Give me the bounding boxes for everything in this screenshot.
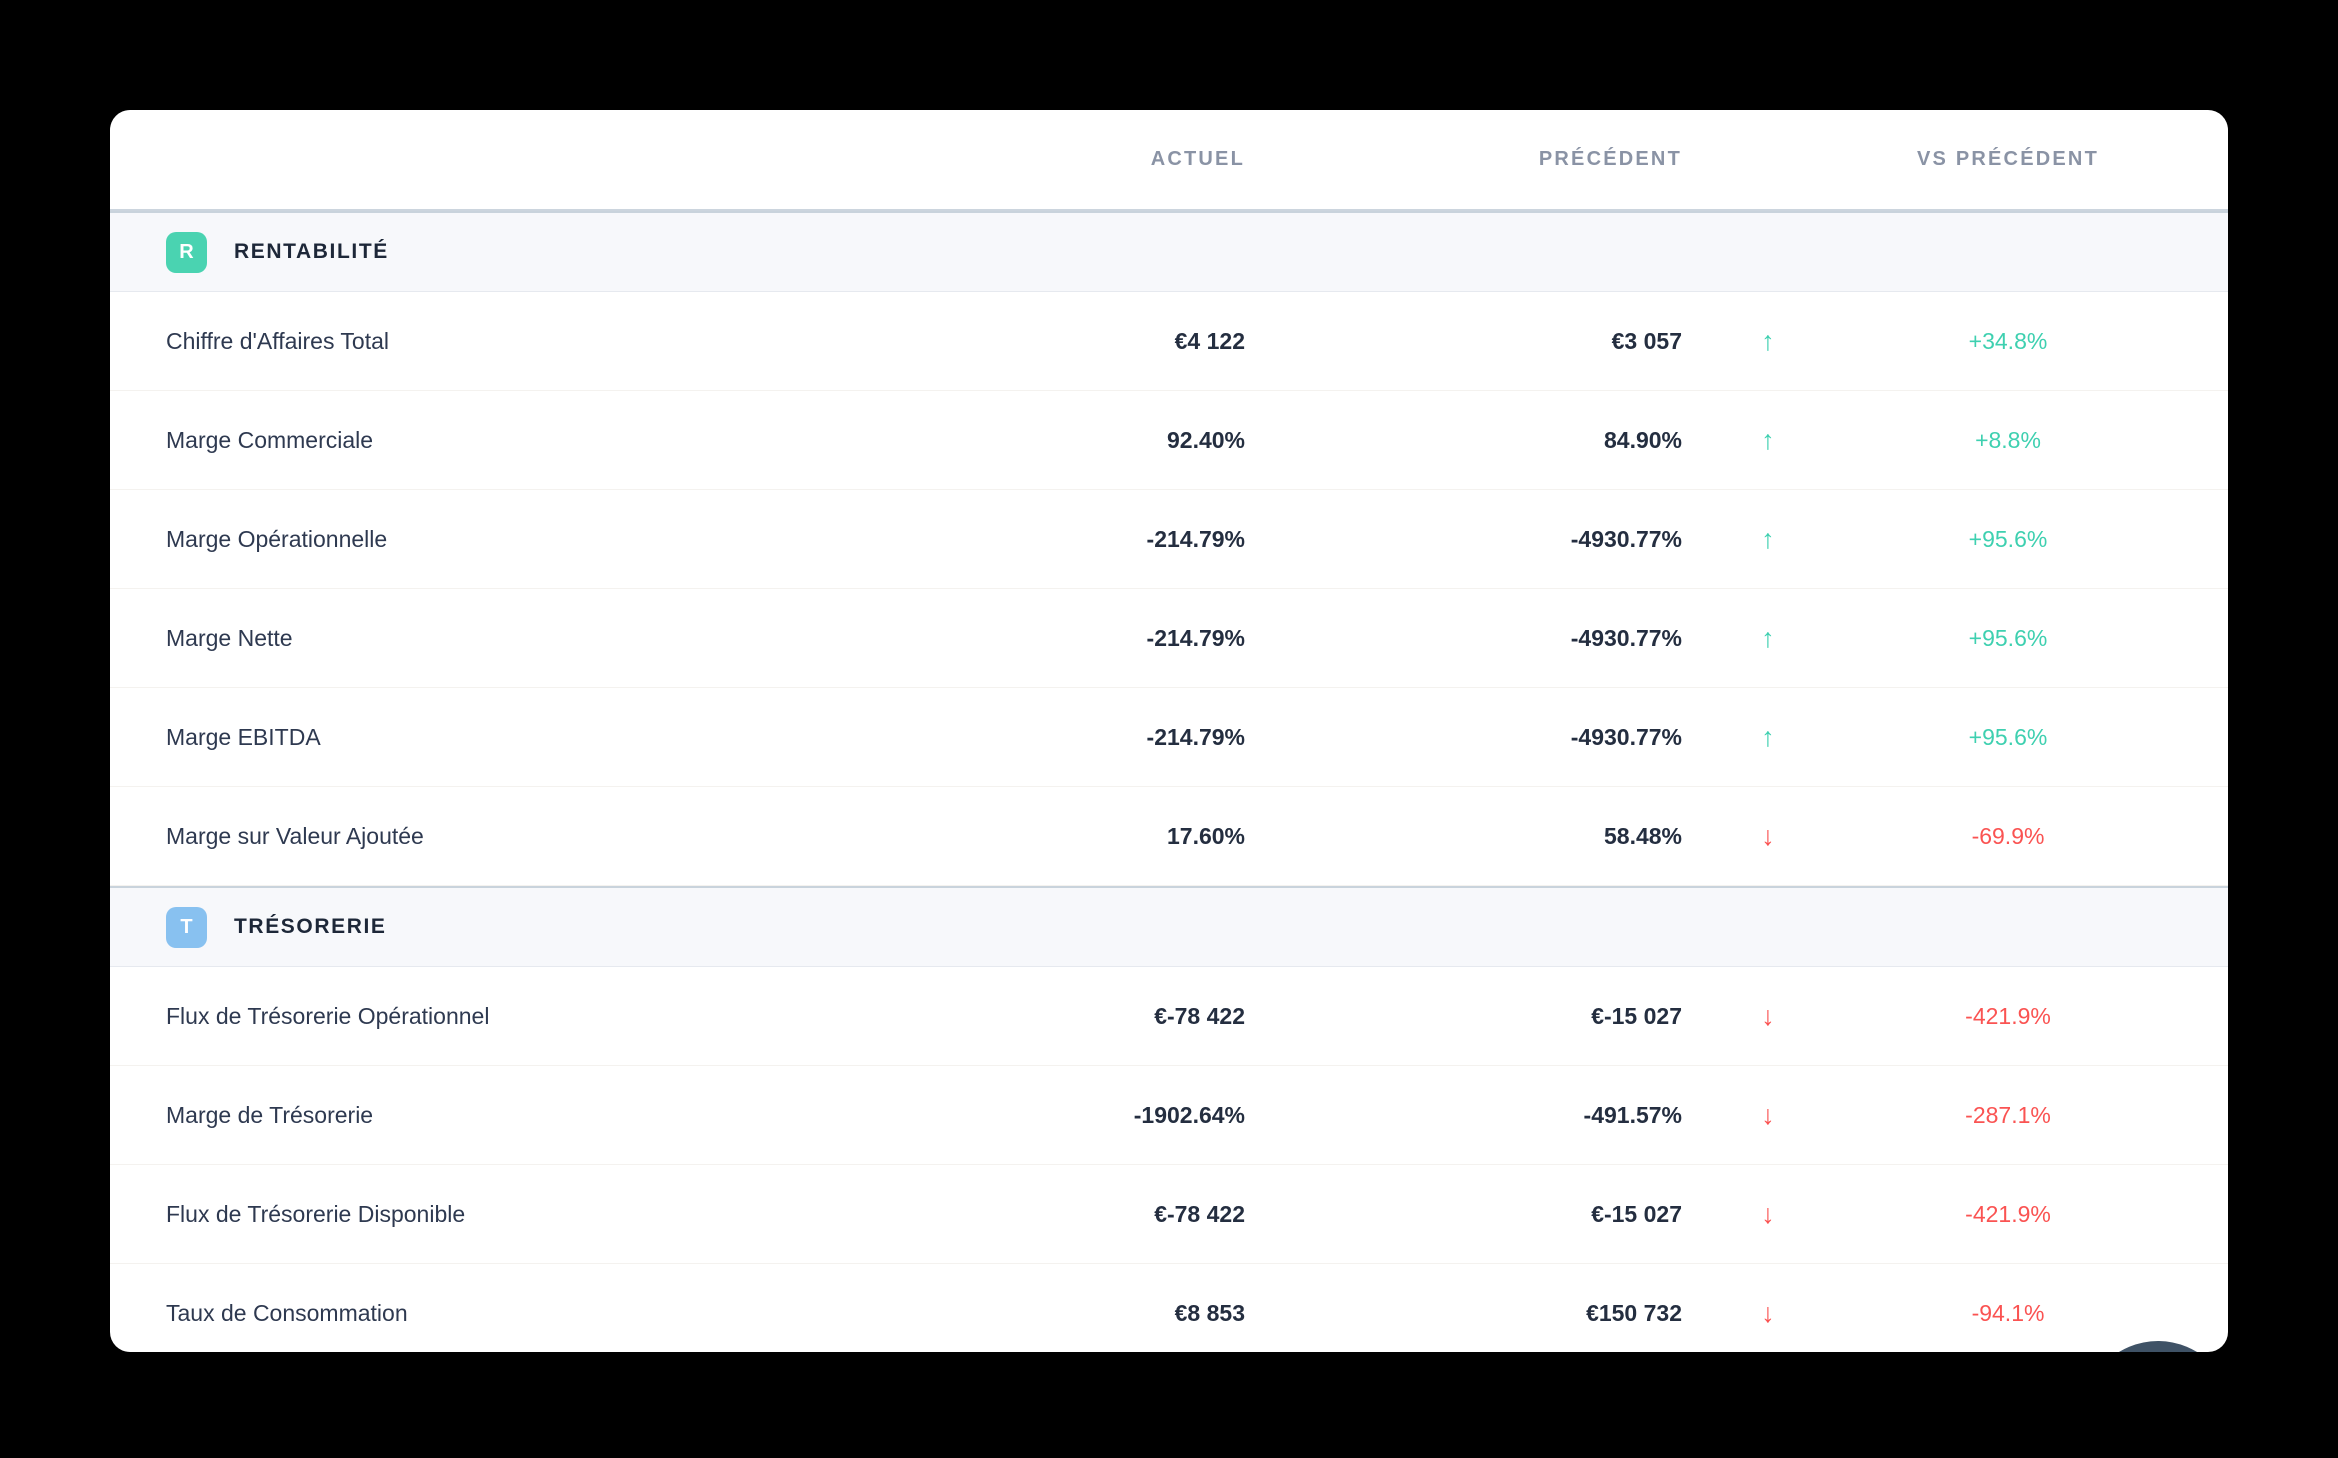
trend-arrow-icon: ↓ <box>1682 1298 1854 1329</box>
metric-vs-change: -69.9% <box>1854 823 2162 850</box>
section-title: RENTABILITÉ <box>234 240 389 264</box>
metric-vs-change: -94.1% <box>1854 1300 2162 1327</box>
metric-vs-change: +95.6% <box>1854 625 2162 652</box>
metric-vs-change: -421.9% <box>1854 1003 2162 1030</box>
table-row[interactable]: Taux de Consommation €8 853 €150 732 ↓ -… <box>110 1264 2228 1352</box>
section-header-row: R RENTABILITÉ <box>110 211 2228 292</box>
trend-arrow-icon: ↓ <box>1682 1001 1854 1032</box>
metric-label: Taux de Consommation <box>166 1300 995 1327</box>
metric-label: Chiffre d'Affaires Total <box>166 328 995 355</box>
section-badge-letter: R <box>179 241 193 264</box>
metric-value-precedent: €-15 027 <box>1245 1201 1682 1228</box>
metric-value-precedent: -4930.77% <box>1245 724 1682 751</box>
metric-vs-change: +8.8% <box>1854 427 2162 454</box>
table-row[interactable]: Marge sur Valeur Ajoutée 17.60% 58.48% ↓… <box>110 787 2228 886</box>
metric-label: Marge Opérationnelle <box>166 526 995 553</box>
metric-value-precedent: €3 057 <box>1245 328 1682 355</box>
metric-value-actuel: -1902.64% <box>995 1102 1245 1129</box>
table-row[interactable]: Marge Commerciale 92.40% 84.90% ↑ +8.8% <box>110 391 2228 490</box>
metric-value-actuel: €-78 422 <box>995 1201 1245 1228</box>
table-header-row: ACTUEL PRÉCÉDENT VS PRÉCÉDENT <box>110 110 2228 211</box>
metric-value-actuel: €4 122 <box>995 328 1245 355</box>
section-title: TRÉSORERIE <box>234 915 387 939</box>
metric-value-precedent: 84.90% <box>1245 427 1682 454</box>
metric-label: Flux de Trésorerie Disponible <box>166 1201 995 1228</box>
metric-label: Marge Nette <box>166 625 995 652</box>
trend-arrow-icon: ↑ <box>1682 722 1854 753</box>
metric-vs-change: +34.8% <box>1854 328 2162 355</box>
metric-value-precedent: €-15 027 <box>1245 1003 1682 1030</box>
trend-arrow-icon: ↓ <box>1682 1199 1854 1230</box>
column-header-vs-precedent: VS PRÉCÉDENT <box>1854 148 2162 171</box>
metric-value-actuel: -214.79% <box>995 625 1245 652</box>
metric-value-precedent: -491.57% <box>1245 1102 1682 1129</box>
trend-arrow-icon: ↑ <box>1682 326 1854 357</box>
trend-arrow-icon: ↑ <box>1682 524 1854 555</box>
metric-label: Marge de Trésorerie <box>166 1102 995 1129</box>
screen-background: ACTUEL PRÉCÉDENT VS PRÉCÉDENT R RENTABIL… <box>0 0 2338 1458</box>
metric-label: Marge EBITDA <box>166 724 995 751</box>
metric-value-actuel: -214.79% <box>995 724 1245 751</box>
trend-arrow-icon: ↑ <box>1682 623 1854 654</box>
metric-vs-change: -287.1% <box>1854 1102 2162 1129</box>
section-badge: R <box>166 232 207 273</box>
trend-arrow-icon: ↑ <box>1682 425 1854 456</box>
metric-value-actuel: 92.40% <box>995 427 1245 454</box>
table-row[interactable]: Marge Opérationnelle -214.79% -4930.77% … <box>110 490 2228 589</box>
column-header-precedent: PRÉCÉDENT <box>1245 148 1682 171</box>
metrics-card: ACTUEL PRÉCÉDENT VS PRÉCÉDENT R RENTABIL… <box>110 110 2228 1352</box>
table-row[interactable]: Marge EBITDA -214.79% -4930.77% ↑ +95.6% <box>110 688 2228 787</box>
metric-label: Flux de Trésorerie Opérationnel <box>166 1003 995 1030</box>
section-header-row: T TRÉSORERIE <box>110 886 2228 967</box>
section-badge-letter: T <box>180 916 192 939</box>
table-row[interactable]: Flux de Trésorerie Disponible €-78 422 €… <box>110 1165 2228 1264</box>
metric-value-actuel: 17.60% <box>995 823 1245 850</box>
trend-arrow-icon: ↓ <box>1682 821 1854 852</box>
table-row[interactable]: Flux de Trésorerie Opérationnel €-78 422… <box>110 967 2228 1066</box>
metric-label: Marge Commerciale <box>166 427 995 454</box>
metric-value-actuel: €8 853 <box>995 1300 1245 1327</box>
metric-vs-change: -421.9% <box>1854 1201 2162 1228</box>
metric-label: Marge sur Valeur Ajoutée <box>166 823 995 850</box>
metric-value-precedent: €150 732 <box>1245 1300 1682 1327</box>
metric-vs-change: +95.6% <box>1854 526 2162 553</box>
metric-vs-change: +95.6% <box>1854 724 2162 751</box>
section-badge: T <box>166 907 207 948</box>
table-row[interactable]: Marge de Trésorerie -1902.64% -491.57% ↓… <box>110 1066 2228 1165</box>
table-row[interactable]: Chiffre d'Affaires Total €4 122 €3 057 ↑… <box>110 292 2228 391</box>
column-header-actuel: ACTUEL <box>995 148 1245 171</box>
metric-value-actuel: -214.79% <box>995 526 1245 553</box>
metric-value-precedent: 58.48% <box>1245 823 1682 850</box>
table-row[interactable]: Marge Nette -214.79% -4930.77% ↑ +95.6% <box>110 589 2228 688</box>
metric-value-actuel: €-78 422 <box>995 1003 1245 1030</box>
metrics-table-body: R RENTABILITÉ Chiffre d'Affaires Total €… <box>110 211 2228 1352</box>
metric-value-precedent: -4930.77% <box>1245 526 1682 553</box>
metric-value-precedent: -4930.77% <box>1245 625 1682 652</box>
trend-arrow-icon: ↓ <box>1682 1100 1854 1131</box>
